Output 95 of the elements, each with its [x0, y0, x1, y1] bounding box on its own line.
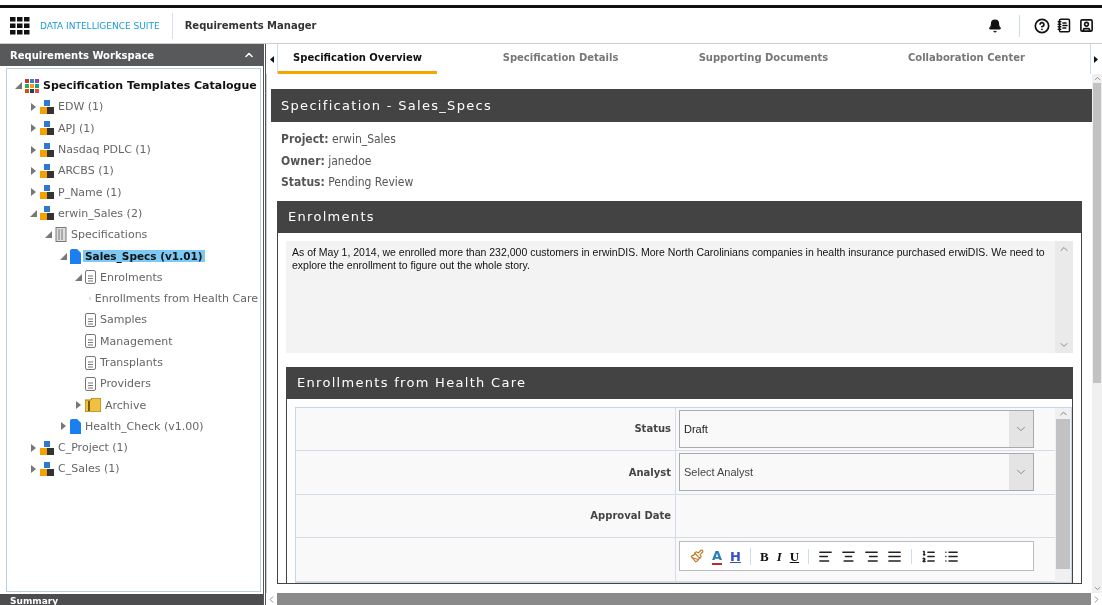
tree-item[interactable]: EDW (1) — [56, 100, 106, 114]
info-line: Project: erwin_Sales — [281, 131, 397, 148]
expanded-triangle-icon[interactable] — [29, 209, 37, 217]
tree-item[interactable]: ARCBS (1) — [56, 164, 116, 178]
page-icon — [85, 376, 96, 391]
tree-item[interactable]: Enrolments — [98, 270, 165, 284]
tree-item[interactable]: Management — [98, 334, 175, 348]
collapsed-triangle-icon[interactable] — [30, 102, 36, 111]
bullet-list-icon[interactable] — [944, 548, 960, 564]
field-label: Approval Date — [590, 510, 671, 522]
tree-item[interactable]: C_Project (1) — [56, 441, 130, 455]
section-header: Enrollments from Health Care — [287, 366, 1072, 399]
field-label: Analyst — [628, 466, 671, 478]
project-icon — [40, 462, 54, 476]
expanded-triangle-icon[interactable] — [59, 252, 67, 260]
info-line: Owner: janedoe — [281, 152, 373, 170]
collapsed-triangle-icon[interactable] — [30, 166, 36, 175]
tree-item[interactable]: Samples — [98, 313, 149, 327]
document-icon — [70, 418, 81, 434]
scroll-left-icon[interactable] — [269, 55, 274, 63]
help-icon[interactable] — [1034, 17, 1050, 34]
collapsed-triangle-icon[interactable] — [75, 401, 81, 410]
scrollbar-thumb[interactable] — [1093, 83, 1101, 383]
tree-item[interactable]: P_Name (1) — [56, 185, 124, 199]
section-header: Enrolments — [278, 200, 1081, 233]
collapsed-triangle-icon[interactable] — [30, 145, 36, 154]
tab[interactable]: Collaboration Center — [886, 44, 1046, 74]
tree-item[interactable]: APJ (1) — [56, 121, 97, 135]
notification-bell-icon[interactable] — [988, 18, 1002, 33]
expanded-triangle-icon[interactable] — [74, 273, 82, 281]
tab[interactable]: Specification Overview — [278, 44, 438, 74]
color-format-button[interactable]: A — [712, 547, 723, 565]
tree-item[interactable]: Specifications — [69, 228, 150, 242]
info-line: Status: Pending Review — [281, 174, 415, 191]
tree-item[interactable]: C_Sales (1) — [56, 462, 122, 476]
tree-item[interactable]: Enrollments from Health Care — [92, 292, 260, 306]
justify-icon[interactable] — [887, 548, 903, 564]
tree-item[interactable]: Specification Templates Catalogue — [41, 79, 259, 93]
align-center-icon[interactable] — [841, 548, 857, 564]
project-icon — [40, 440, 54, 455]
document-icon — [70, 248, 81, 264]
align-left-icon[interactable] — [818, 548, 834, 564]
page-icon — [85, 312, 96, 327]
bold-format-button[interactable]: B — [759, 548, 769, 564]
scrollbar-thumb[interactable] — [1056, 418, 1070, 569]
app-title: Requirements Manager — [184, 20, 317, 31]
scroll-down-icon[interactable] — [1092, 584, 1102, 593]
underline-format-button[interactable]: U — [789, 548, 800, 564]
tree-item[interactable]: Sales_Specs (v1.01) — [83, 250, 205, 262]
tree-item[interactable]: erwin_Sales (2) — [56, 206, 145, 220]
project-icon — [40, 142, 54, 157]
project-icon — [40, 121, 54, 136]
scrollbar-thumb[interactable] — [277, 593, 1091, 605]
section-header: Specification - Sales_Specs — [271, 89, 1092, 122]
dropdown[interactable]: Draft — [679, 409, 1034, 448]
tree-item[interactable]: Health_Check (v1.00) — [83, 419, 206, 433]
paintbrush-icon[interactable] — [690, 549, 704, 563]
collapsed-triangle-icon[interactable] — [30, 465, 36, 473]
page-icon — [85, 334, 96, 349]
collapsed-triangle-icon[interactable] — [30, 188, 36, 197]
expanded-triangle-icon[interactable] — [14, 82, 22, 90]
app-grid-icon[interactable] — [10, 16, 30, 35]
dropdown[interactable]: Select Analyst — [679, 453, 1034, 492]
italic-format-button[interactable]: I — [776, 548, 782, 564]
project-icon — [40, 99, 54, 114]
tab[interactable]: Specification Details — [481, 44, 640, 74]
scroll-up-icon[interactable] — [1092, 74, 1102, 83]
project-icon — [40, 206, 54, 221]
tree-item[interactable]: Providers — [98, 377, 154, 391]
collapsed-triangle-icon[interactable] — [30, 443, 36, 452]
folder-icon — [85, 398, 101, 413]
user-profile-icon[interactable] — [1078, 18, 1094, 33]
cabinet-icon — [55, 227, 67, 243]
collapsed-triangle-icon[interactable] — [60, 422, 66, 431]
page-icon — [85, 270, 96, 285]
collapsed-triangle-icon[interactable] — [30, 124, 36, 133]
tree-item[interactable]: Archive — [103, 398, 149, 412]
tree-item[interactable]: Nasdaq PDLC (1) — [56, 143, 153, 157]
summary-bar[interactable]: Summary — [0, 594, 263, 605]
numbered-list-icon[interactable] — [921, 548, 937, 564]
grid-catalogue-icon — [25, 78, 39, 93]
notebook-icon[interactable] — [1056, 18, 1072, 33]
description-text: As of May 1, 2014, we enrolled more than 232,000 customers in erwinDIS. More North Carolinians companies in health insurance purchased erwiDIS. We need to explore the enrollment to figure out the whole story. — [291, 244, 1046, 273]
highlight-format-button[interactable]: H — [730, 548, 741, 564]
project-icon — [40, 185, 54, 200]
project-icon — [40, 163, 54, 178]
scroll-right-icon[interactable] — [1094, 55, 1099, 63]
panel-title: Requirements Workspace — [10, 49, 155, 61]
field-label: Status — [634, 423, 671, 435]
tab[interactable]: Supporting Documents — [684, 44, 843, 74]
expanded-triangle-icon[interactable] — [44, 231, 52, 239]
page-icon — [85, 355, 96, 370]
tree-item[interactable]: Transplants — [98, 356, 165, 369]
brand-name: DATA INTELLIGENCE SUITE — [40, 12, 173, 39]
align-right-icon[interactable] — [864, 548, 880, 564]
